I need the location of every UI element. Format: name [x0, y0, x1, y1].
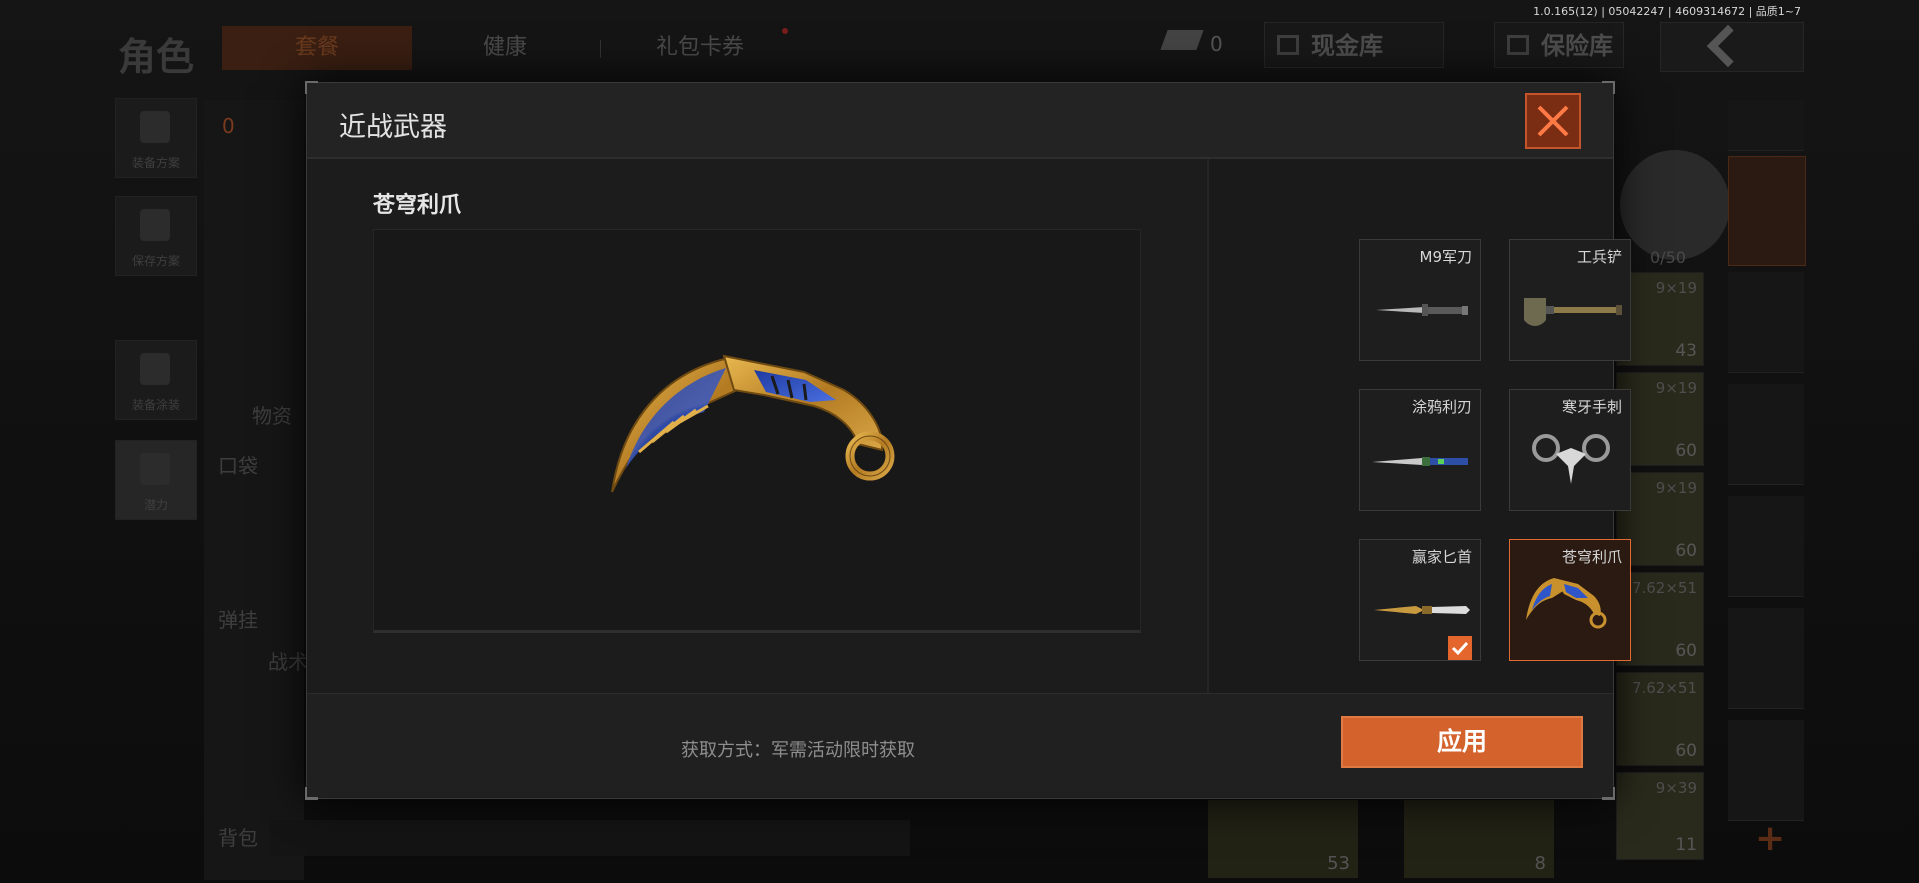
claw-spike-icon: [1532, 434, 1610, 484]
side-tab[interactable]: [1728, 100, 1804, 151]
preview-weapon-name: 苍穹利爪: [373, 193, 462, 218]
chevron-left-icon: [1706, 24, 1750, 68]
weapon-card-karambit[interactable]: 苍穹利爪: [1509, 539, 1631, 661]
acquire-method-text: 获取方式：军需活动限时获取: [681, 740, 915, 761]
items-label: 物资: [252, 404, 292, 428]
notification-dot: [782, 28, 788, 34]
side-tab[interactable]: [1728, 384, 1804, 485]
bag-label: 背包: [218, 826, 258, 850]
weapon-card-name: 寒牙手刺: [1561, 398, 1622, 416]
weapon-list: M9军刀 工兵铲 涂鸦利刃 寒牙手刺 赢家匕首 苍穹利爪: [1209, 159, 1631, 775]
loadout-panel: [204, 100, 304, 880]
ammo-cell[interactable]: 9×39 11: [1616, 772, 1704, 860]
dialog-footer: 获取方式：军需活动限时获取 应用: [307, 693, 1613, 797]
tab-package[interactable]: 套餐: [222, 26, 412, 70]
safe-box-label: 保险库: [1541, 32, 1613, 60]
side-tab[interactable]: [1728, 272, 1804, 373]
ammo-cell[interactable]: 7.62×51 60: [1616, 672, 1704, 766]
loadout-plan-button[interactable]: 装备方案: [115, 98, 197, 178]
ticket-count: 0: [1210, 32, 1223, 56]
page-title: 角色: [118, 35, 195, 79]
tab-gift-cards[interactable]: 礼包卡券: [620, 26, 780, 70]
lightning-icon: [140, 453, 170, 485]
weapon-card-shovel[interactable]: 工兵铲: [1509, 239, 1631, 361]
apply-button[interactable]: 应用: [1341, 716, 1583, 768]
tab-divider: [600, 40, 601, 58]
cash-vault-button[interactable]: 现金库 17M: [1264, 22, 1444, 106]
bayonet-icon: [1376, 304, 1468, 316]
weapon-card-name: 涂鸦利刃: [1411, 398, 1472, 416]
weapon-thumbnail: [1620, 150, 1730, 260]
close-icon: [1537, 105, 1569, 137]
dialog-title: 近战武器: [339, 112, 447, 143]
back-button[interactable]: [1660, 22, 1804, 72]
ticket-icon: [1160, 30, 1204, 50]
close-button[interactable]: [1525, 93, 1581, 149]
tab-health[interactable]: 健康: [440, 26, 570, 70]
plus-icon[interactable]: +: [1755, 818, 1785, 859]
weapon-card-cold-fang[interactable]: 寒牙手刺: [1509, 389, 1631, 511]
side-tab[interactable]: [1728, 496, 1804, 597]
safe-icon: [1507, 35, 1529, 55]
weapon-preview: [373, 229, 1141, 633]
sling-label: 弹挂: [218, 608, 258, 632]
vault-icon: [1277, 35, 1299, 55]
version-info: 1.0.165(12) | 05042247 | 4609314672 | 品质…: [1533, 5, 1801, 18]
bag-bar: [270, 820, 910, 856]
safe-box-button[interactable]: 保险库: [1494, 22, 1624, 68]
karambit-icon: [611, 354, 895, 493]
melee-weapon-dialog: 近战武器 苍穹利爪 M9军刀 工兵铲 涂鸦利刃 寒牙手刺 赢家匕首 苍穹利爪 获…: [305, 81, 1631, 800]
shovel-icon: [1524, 298, 1622, 326]
download-icon: [140, 209, 170, 241]
pocket-label: 口袋: [218, 454, 258, 478]
graffiti-blade-icon: [1372, 457, 1468, 466]
side-tab-active[interactable]: [1728, 156, 1806, 266]
weapon-card-name: M9军刀: [1419, 248, 1473, 266]
tactical-label: 战术: [268, 650, 308, 674]
inventory-cell[interactable]: 53: [1208, 800, 1358, 878]
weapon-capacity: 0/50: [1650, 248, 1686, 267]
weapon-card-graffiti[interactable]: 涂鸦利刃: [1359, 389, 1481, 511]
dialog-header: 近战武器: [307, 83, 1613, 159]
save-plan-button[interactable]: 保存方案: [115, 196, 197, 276]
equipped-check-icon: [1448, 636, 1472, 660]
mask-icon: [140, 353, 170, 385]
potential-button[interactable]: 潜力: [115, 440, 197, 520]
weapon-card-name: 工兵铲: [1576, 248, 1622, 266]
side-tab[interactable]: [1728, 608, 1804, 709]
equipment-skin-button[interactable]: 装备涂装: [115, 340, 197, 420]
weapon-card-name: 苍穹利爪: [1561, 548, 1622, 566]
side-tab[interactable]: [1728, 720, 1804, 821]
armor-count: 0: [222, 114, 235, 138]
weapon-card-winner-dagger[interactable]: 赢家匕首: [1359, 539, 1481, 661]
weapon-card-m9[interactable]: M9军刀: [1359, 239, 1481, 361]
inventory-cell[interactable]: 8: [1404, 800, 1554, 878]
vest-icon: [140, 111, 170, 143]
karambit-thumbnail-icon: [1526, 578, 1607, 629]
weapon-card-name: 赢家匕首: [1411, 548, 1472, 566]
